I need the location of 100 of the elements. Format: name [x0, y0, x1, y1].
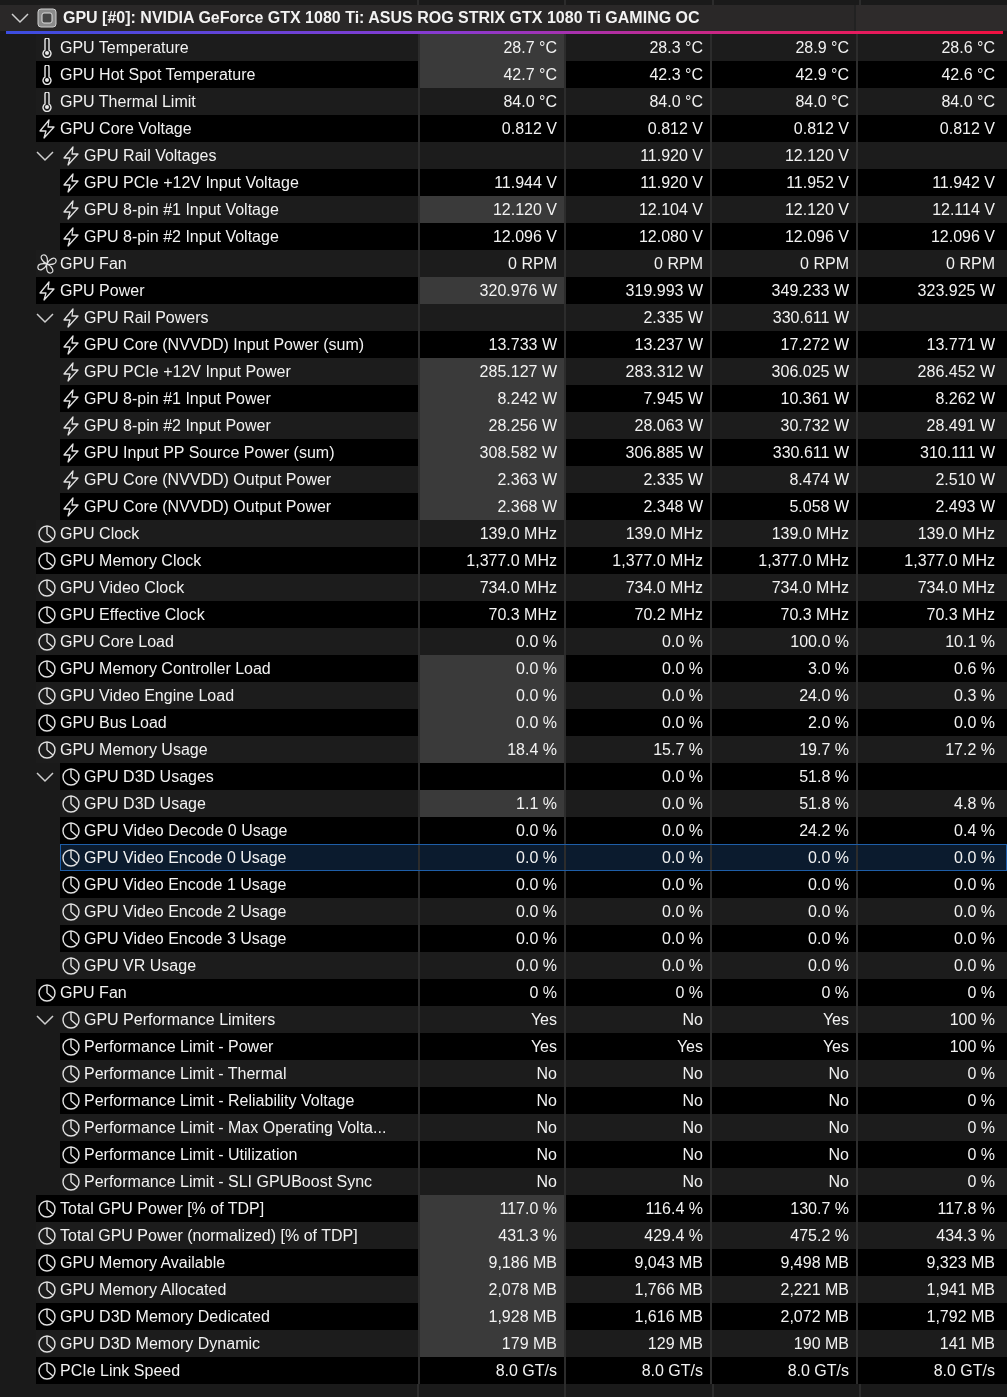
sensor-value: 28.256 W [488, 416, 557, 435]
sensor-value: 8.0 GT/s [641, 1361, 703, 1380]
sensor-value: 1,377.0 MHz [904, 551, 995, 570]
sensor-value: 11.942 V [932, 173, 995, 192]
gauge-icon [36, 577, 58, 598]
table-row[interactable]: GPU Video Encode 1 Usage 0.0 % 0.0 % 0.0 % 0.0 % [60, 871, 1007, 898]
sensor-value: 9,186 MB [488, 1253, 557, 1272]
device-header[interactable]: GPU [#0]: NVIDIA GeForce GTX 1080 Ti: ASUS ROG STRIX GTX 1080 Ti GAMING OC [0, 5, 855, 31]
sensor-value: 1,792 MB [926, 1307, 995, 1326]
sensor-label: GPU Thermal Limit [60, 92, 196, 111]
sensor-label: GPU D3D Usage [84, 794, 206, 813]
sensor-value: Yes [822, 1037, 849, 1056]
table-row[interactable]: Performance Limit - Power Yes Yes Yes 100 % [60, 1033, 1007, 1060]
gauge-icon [36, 712, 58, 733]
sensor-value: Yes [676, 1037, 703, 1056]
sensor-value: 0.812 V [939, 119, 995, 138]
sensor-value: 11.952 V [786, 173, 849, 192]
sensor-value: 51.8 % [799, 794, 849, 813]
sensor-value: 12.114 V [932, 200, 995, 219]
sensor-label: Total GPU Power (normalized) [% of TDP] [60, 1226, 358, 1245]
sensor-value: No [536, 1145, 557, 1164]
sensor-value: 12.120 V [492, 200, 557, 219]
sensor-value: 0.0 % [808, 848, 849, 867]
sensor-value: 12.120 V [784, 146, 849, 165]
sensor-value: 51.8 % [799, 767, 849, 786]
gauge-icon [60, 1009, 82, 1030]
sensor-value: 734.0 MHz [771, 578, 849, 597]
sensor-value: 0.812 V [647, 119, 703, 138]
sensor-label: GPU Rail Powers [84, 308, 209, 327]
table-row[interactable]: GPU Fan 0 % 0 % 0 % 0 % [36, 979, 1007, 1006]
table-row[interactable]: GPU PCIe +12V Input Voltage 11.944 V 11.920 V 11.952 V 11.942 V [60, 169, 1007, 196]
sensor-value: 8.0 GT/s [933, 1361, 995, 1380]
sensor-value: 0.0 % [516, 821, 557, 840]
sensor-value: 0.0 % [516, 659, 557, 678]
sensor-value: 0.812 V [501, 119, 557, 138]
sensor-value: 10.1 % [945, 632, 995, 651]
table-row[interactable]: GPU Memory Clock 1,377.0 MHz 1,377.0 MHz 1,377.0 MHz 1,377.0 MHz [36, 547, 1007, 574]
table-row[interactable]: GPU Video Encode 3 Usage 0.0 % 0.0 % 0.0 % 0.0 % [60, 925, 1007, 952]
table-row[interactable]: GPU 8-pin #2 Input Voltage 12.096 V 12.080 V 12.096 V 12.096 V [60, 223, 1007, 250]
gauge-icon [60, 901, 82, 922]
sensor-value: No [536, 1172, 557, 1191]
table-row[interactable]: GPU Core (NVVDD) Output Power 2.368 W 2.348 W 5.058 W 2.493 W [60, 493, 1007, 520]
sensor-value: 12.096 V [784, 227, 849, 246]
gauge-icon [36, 982, 58, 1003]
sensor-value: 429.4 % [644, 1226, 703, 1245]
table-row[interactable]: GPU Input PP Source Power (sum) 308.582 W 306.885 W 330.611 W 310.111 W [60, 439, 1007, 466]
collapse-chevron-icon[interactable] [11, 11, 31, 25]
sensor-value: 0 % [967, 1118, 995, 1137]
sensor-value: 0 % [967, 983, 995, 1002]
table-row[interactable]: Performance Limit - Utilization No No No 0 % [60, 1141, 1007, 1168]
table-row[interactable]: GPU Hot Spot Temperature 42.7 °C 42.3 °C 42.9 °C 42.6 °C [36, 61, 1007, 88]
sensor-value: 129 MB [647, 1334, 703, 1353]
expand-chevron-icon[interactable] [36, 149, 54, 162]
sensor-value: 42.7 °C [503, 65, 557, 84]
table-row[interactable]: GPU Memory Controller Load 0.0 % 0.0 % 3.0 % 0.6 % [36, 655, 1007, 682]
table-row[interactable]: GPU Video Decode 0 Usage 0.0 % 0.0 % 24.2 % 0.4 % [60, 817, 1007, 844]
sensor-value: 0.0 % [662, 659, 703, 678]
gauge-icon [36, 1360, 58, 1381]
sensor-value: 0 % [821, 983, 849, 1002]
sensor-value: 1,377.0 MHz [758, 551, 849, 570]
sensor-value: 1,928 MB [488, 1307, 557, 1326]
fan-icon [36, 252, 58, 275]
sensor-value: 0.0 % [662, 902, 703, 921]
table-row[interactable]: GPU Power 320.976 W 319.993 W 349.233 W 323.925 W [36, 277, 1007, 304]
sensor-value: 434.3 % [936, 1226, 995, 1245]
table-row[interactable]: Performance Limit - Reliability Voltage No No No 0 % [60, 1087, 1007, 1114]
sensor-value: 28.3 °C [649, 38, 703, 57]
sensor-value: 2.493 W [935, 497, 995, 516]
sensor-value: 0.0 % [662, 956, 703, 975]
sensor-value: 117.8 % [937, 1199, 995, 1218]
table-row[interactable]: PCIe Link Speed 8.0 GT/s 8.0 GT/s 8.0 GT/s 8.0 GT/s [36, 1357, 1007, 1384]
sensor-label: GPU 8-pin #1 Input Power [84, 389, 271, 408]
sensor-value: 28.063 W [634, 416, 703, 435]
gauge-icon [36, 1252, 58, 1273]
sensor-value: 100.0 % [790, 632, 849, 651]
table-row[interactable]: GPU D3D Memory Dedicated 1,928 MB 1,616 MB 2,072 MB 1,792 MB [36, 1303, 1007, 1330]
table-row[interactable]: GPU Effective Clock 70.3 MHz 70.2 MHz 70.3 MHz 70.3 MHz [36, 601, 1007, 628]
table-row[interactable]: GPU Video Encode 0 Usage 0.0 % 0.0 % 0.0 % 0.0 % [60, 844, 1007, 871]
sensor-value: 2.0 % [808, 713, 849, 732]
sensor-value: 0 % [967, 1091, 995, 1110]
table-row[interactable]: GPU Bus Load 0.0 % 0.0 % 2.0 % 0.0 % [36, 709, 1007, 736]
table-row[interactable]: GPU Core (NVVDD) Input Power (sum) 13.733 W 13.237 W 17.272 W 13.771 W [60, 331, 1007, 358]
sensor-value: 13.771 W [926, 335, 995, 354]
sensor-value: 11.920 V [640, 146, 703, 165]
sensor-value: 0.0 % [808, 929, 849, 948]
sensor-label: GPU D3D Memory Dedicated [60, 1307, 270, 1326]
table-row[interactable]: GPU Memory Available 9,186 MB 9,043 MB 9,498 MB 9,323 MB [36, 1249, 1007, 1276]
sensor-value: 19.7 % [799, 740, 849, 759]
table-row[interactable]: GPU Core Voltage 0.812 V 0.812 V 0.812 V 0.812 V [36, 115, 1007, 142]
sensor-value: 285.127 W [479, 362, 557, 381]
expand-chevron-icon[interactable] [36, 311, 54, 324]
expand-chevron-icon[interactable] [36, 770, 54, 783]
sensor-value: 734.0 MHz [917, 578, 995, 597]
sensor-value: 0.0 % [662, 713, 703, 732]
table-row[interactable]: GPU D3D Usages 0.0 % 51.8 % [60, 763, 1007, 790]
table-row[interactable]: Total GPU Power [% of TDP] 117.0 % 116.4 % 130.7 % 117.8 % [36, 1195, 1007, 1222]
expand-chevron-icon[interactable] [36, 1013, 54, 1026]
gauge-icon [36, 1306, 58, 1327]
table-row[interactable]: GPU 8-pin #1 Input Power 8.242 W 7.945 W 10.361 W 8.262 W [60, 385, 1007, 412]
sensor-value: No [682, 1010, 703, 1029]
